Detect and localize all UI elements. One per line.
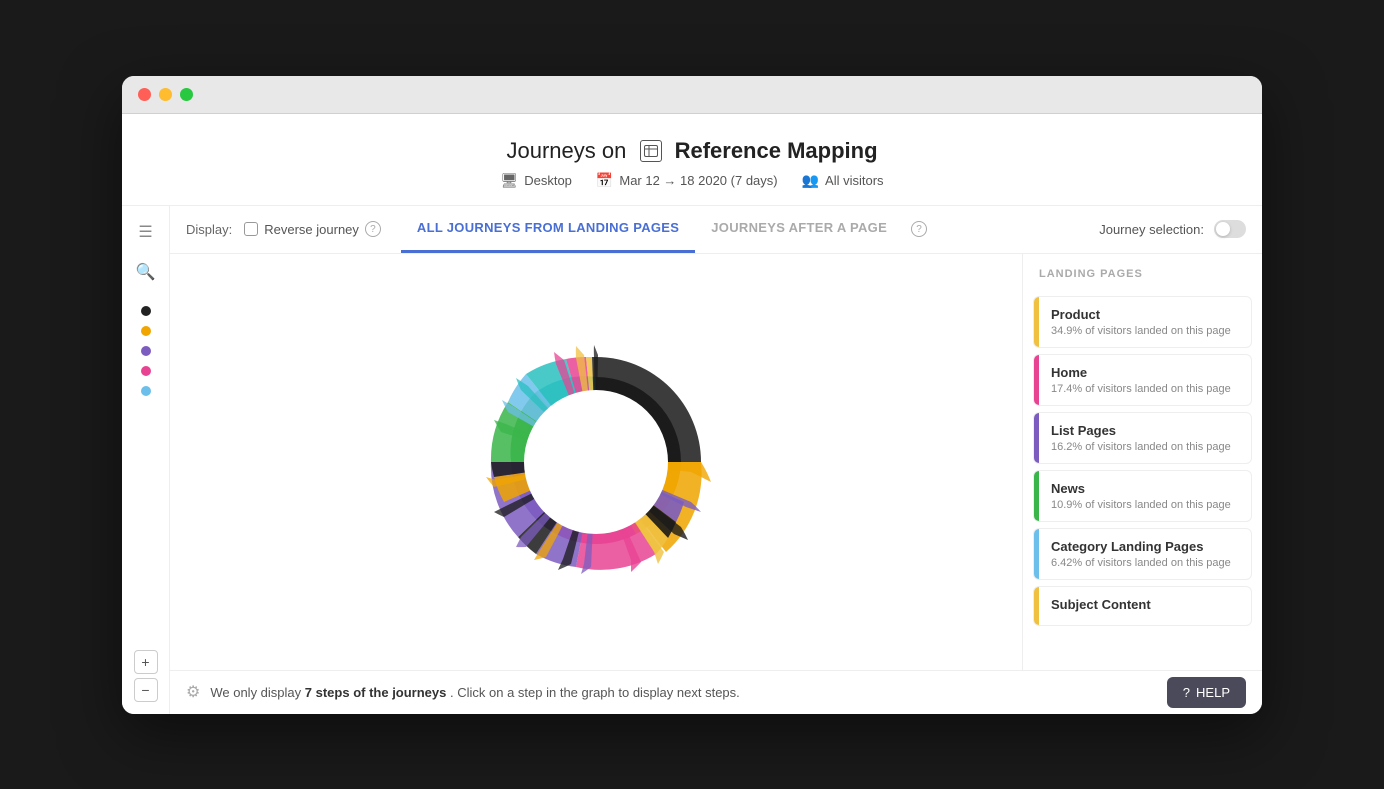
- landing-page-name: Product: [1051, 307, 1239, 322]
- audience-meta: 👥 All visitors: [802, 172, 884, 189]
- reverse-journey-checkbox[interactable]: [244, 222, 258, 236]
- legend-dot-purple: [141, 346, 151, 356]
- zoom-controls: + −: [134, 650, 158, 702]
- landing-page-name: Subject Content: [1051, 597, 1239, 612]
- page-title: Journeys on Reference Mapping: [122, 138, 1262, 164]
- landing-page-content: Category Landing Pages 6.42% of visitors…: [1039, 529, 1251, 579]
- content-area: ☰ 🔍 + − Display:: [122, 206, 1262, 714]
- right-panel: LANDING PAGES Product 34.9% of visitors …: [1022, 254, 1262, 670]
- app-window: Journeys on Reference Mapping 🖥 Deskt: [122, 76, 1262, 714]
- legend-dots: [141, 306, 151, 396]
- toggle-knob: [1216, 222, 1230, 236]
- landing-page-stat: 10.9% of visitors landed on this page: [1051, 499, 1239, 511]
- landing-page-stat: 16.2% of visitors landed on this page: [1051, 441, 1239, 453]
- tab-all-journeys[interactable]: ALL JOURNEYS FROM LANDING PAGES: [401, 206, 695, 253]
- close-button[interactable]: [138, 88, 151, 101]
- search-icon[interactable]: 🔍: [132, 258, 160, 286]
- journey-selection-toggle[interactable]: [1214, 220, 1246, 238]
- legend-dot-pink: [141, 366, 151, 376]
- landing-page-item[interactable]: Home 17.4% of visitors landed on this pa…: [1033, 354, 1252, 406]
- left-sidebar: ☰ 🔍 + −: [122, 206, 170, 714]
- landing-page-name: Home: [1051, 365, 1239, 380]
- main-content: Display: Reverse journey ? ALL JOURNEYS …: [170, 206, 1262, 714]
- landing-page-name: Category Landing Pages: [1051, 539, 1239, 554]
- reverse-journey-help[interactable]: ?: [365, 221, 381, 237]
- landing-page-stat: 17.4% of visitors landed on this page: [1051, 383, 1239, 395]
- landing-page-item[interactable]: Product 34.9% of visitors landed on this…: [1033, 296, 1252, 348]
- page-icon-wrapper: [640, 138, 674, 163]
- date-meta: 📅 Mar 12 → 18 2020 (7 days): [596, 172, 778, 189]
- help-button[interactable]: ? HELP: [1167, 677, 1246, 708]
- landing-page-stat: 6.42% of visitors landed on this page: [1051, 557, 1239, 569]
- header-meta: 🖥 Desktop 📅 Mar 12 → 18 2020 (7 days) 👥 …: [122, 172, 1262, 189]
- landing-page-stat: 34.9% of visitors landed on this page: [1051, 325, 1239, 337]
- chart-area[interactable]: [170, 254, 1022, 670]
- fullscreen-button[interactable]: [180, 88, 193, 101]
- page-icon: [640, 140, 662, 162]
- titlebar: [122, 76, 1262, 114]
- help-circle-icon: ?: [1183, 685, 1190, 700]
- users-icon: 👥: [802, 172, 819, 189]
- legend-dot-black: [141, 306, 151, 316]
- legend-dot-lightblue: [141, 386, 151, 396]
- bottom-bar-text: We only display 7 steps of the journeys …: [210, 685, 739, 700]
- landing-page-name: List Pages: [1051, 423, 1239, 438]
- app-body: Journeys on Reference Mapping 🖥 Deskt: [122, 114, 1262, 714]
- landing-page-item[interactable]: Subject Content: [1033, 586, 1252, 626]
- menu-icon[interactable]: ☰: [132, 218, 160, 246]
- settings-icon: ⚙: [186, 682, 200, 702]
- landing-pages-list: Product 34.9% of visitors landed on this…: [1023, 296, 1262, 626]
- reverse-journey-label: Reverse journey: [264, 222, 359, 237]
- tabs-right: Journey selection:: [1099, 220, 1246, 238]
- page-header: Journeys on Reference Mapping 🖥 Deskt: [122, 114, 1262, 206]
- landing-page-content: Subject Content: [1039, 587, 1251, 625]
- bottom-bar-highlight: 7 steps of the journeys: [305, 685, 447, 700]
- tab-help-icon[interactable]: ?: [911, 221, 927, 237]
- desktop-icon: 🖥: [500, 172, 518, 189]
- chart-panel: LANDING PAGES Product 34.9% of visitors …: [170, 254, 1262, 670]
- landing-page-content: News 10.9% of visitors landed on this pa…: [1039, 471, 1251, 521]
- reverse-journey-toggle[interactable]: Reverse journey ?: [244, 221, 381, 237]
- tabs-bar: Display: Reverse journey ? ALL JOURNEYS …: [170, 206, 1262, 254]
- minimize-button[interactable]: [159, 88, 172, 101]
- zoom-in-button[interactable]: +: [134, 650, 158, 674]
- landing-page-item[interactable]: Category Landing Pages 6.42% of visitors…: [1033, 528, 1252, 580]
- display-label: Display:: [186, 222, 232, 237]
- landing-page-name: News: [1051, 481, 1239, 496]
- landing-page-content: Home 17.4% of visitors landed on this pa…: [1039, 355, 1251, 405]
- calendar-icon: 📅: [596, 172, 613, 189]
- landing-pages-header: LANDING PAGES: [1023, 254, 1262, 290]
- bottom-bar: ⚙ We only display 7 steps of the journey…: [170, 670, 1262, 714]
- journey-selection-label: Journey selection:: [1099, 222, 1204, 237]
- legend-dot-orange: [141, 326, 151, 336]
- sunburst-chart[interactable]: [436, 302, 756, 622]
- tab-journeys-after[interactable]: JOURNEYS AFTER A PAGE: [695, 206, 903, 253]
- landing-page-item[interactable]: News 10.9% of visitors landed on this pa…: [1033, 470, 1252, 522]
- landing-page-content: List Pages 16.2% of visitors landed on t…: [1039, 413, 1251, 463]
- landing-page-content: Product 34.9% of visitors landed on this…: [1039, 297, 1251, 347]
- device-meta: 🖥 Desktop: [500, 172, 571, 189]
- zoom-out-button[interactable]: −: [134, 678, 158, 702]
- landing-page-item[interactable]: List Pages 16.2% of visitors landed on t…: [1033, 412, 1252, 464]
